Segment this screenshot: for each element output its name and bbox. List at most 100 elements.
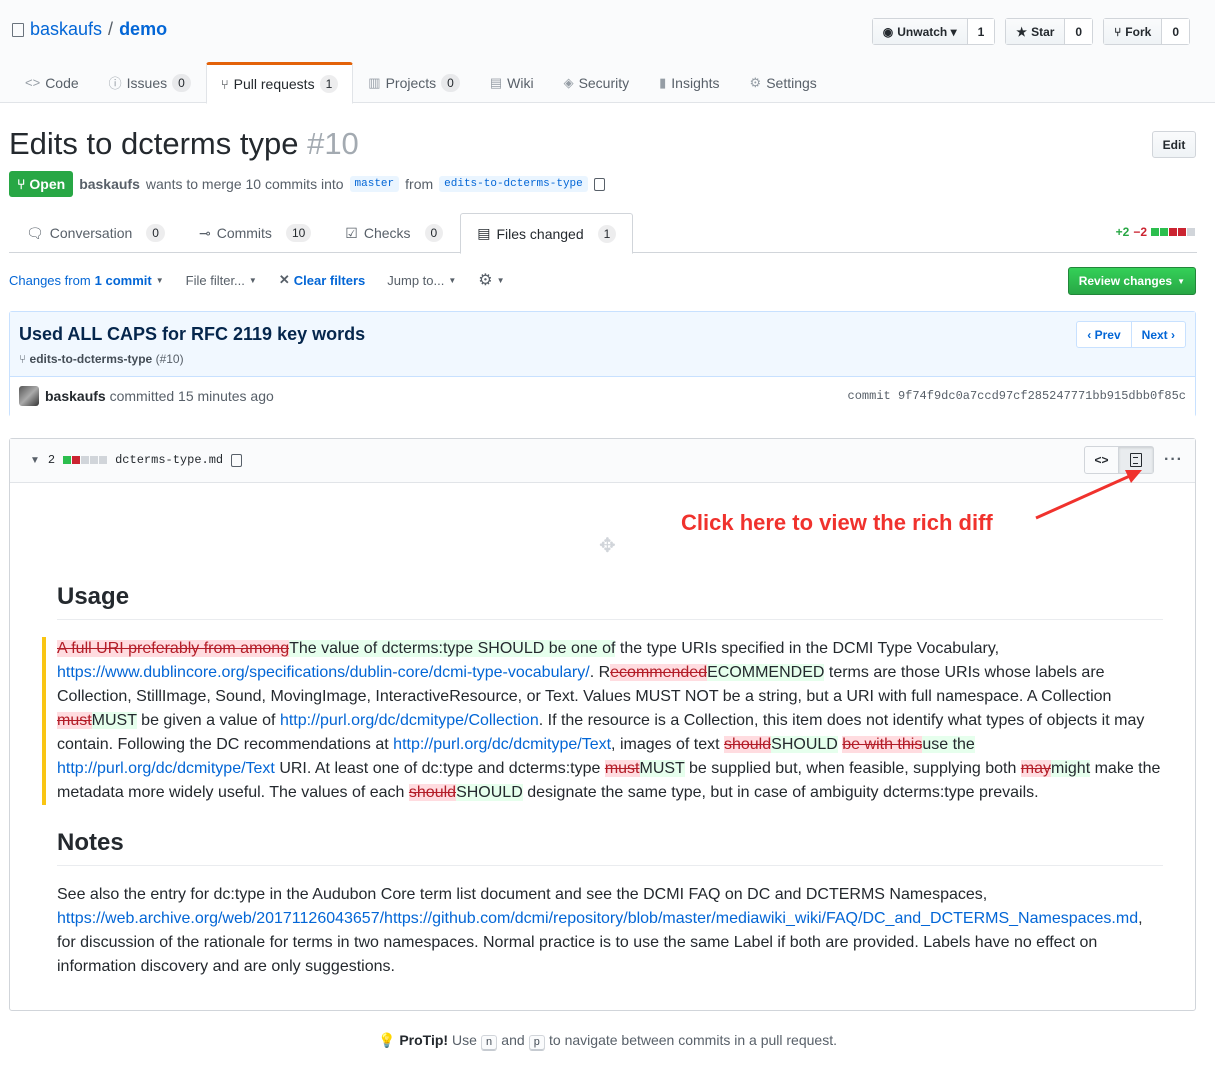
tab-files-changed[interactable]: ▤ Files changed 1: [460, 213, 634, 254]
file-filter-dropdown[interactable]: File filter... ▼: [186, 273, 257, 288]
next-commit-button[interactable]: Next ›: [1132, 322, 1185, 347]
chevron-down-icon[interactable]: ▼: [30, 455, 40, 466]
nav-code-label: Code: [45, 74, 79, 91]
dcmi-type-vocabulary-link[interactable]: https://www.dublincore.org/specification…: [57, 664, 590, 681]
fork-icon: ⑂: [1114, 24, 1122, 39]
diff-toolbar: Changes from 1 commit ▼ File filter... ▼ ✕ C…: [9, 270, 527, 290]
collection-link[interactable]: http://purl.org/dc/dcmitype/Collection: [280, 712, 539, 729]
inserted-text: SHOULD: [771, 736, 838, 753]
issues-counter: 0: [172, 73, 191, 92]
checklist-icon: ☑: [345, 224, 358, 241]
graph-icon: ▮: [659, 74, 667, 90]
kebab-horizontal-icon[interactable]: ···: [1164, 451, 1183, 469]
nav-issues[interactable]: ⓘ Issues 0: [94, 62, 206, 103]
commit-sha: commit 9f74f9dc0a7ccd97cf285247771bb915d…: [848, 389, 1186, 403]
repo-separator: /: [108, 19, 114, 39]
chevron-down-icon: ▼: [496, 275, 505, 285]
tab-checks-label: Checks: [363, 225, 411, 241]
tab-conversation[interactable]: 🗨 Conversation 0: [9, 213, 182, 253]
forks-count[interactable]: 0: [1162, 19, 1189, 44]
text-type-link[interactable]: http://purl.org/dc/dcmitype/Text: [393, 736, 611, 753]
nav-insights-label: Insights: [671, 74, 720, 91]
clear-filters-link[interactable]: ✕ Clear filters: [279, 272, 365, 288]
nav-projects[interactable]: ▥ Projects 0: [353, 62, 475, 103]
review-changes-button[interactable]: Review changes ▼: [1067, 267, 1196, 295]
nav-settings[interactable]: ⚙ Settings: [735, 62, 832, 103]
repo-title: baskaufs / demo: [12, 19, 167, 40]
watchers-count[interactable]: 1: [967, 19, 995, 44]
deleted-text: must: [604, 760, 640, 777]
code-icon: <>: [25, 75, 41, 90]
nav-projects-label: Projects: [385, 74, 437, 91]
inserted-text: MUST: [91, 712, 137, 729]
jump-to-dropdown[interactable]: Jump to... ▼: [387, 273, 456, 288]
unwatch-label: Unwatch ▾: [897, 24, 957, 39]
merge-text: wants to merge 10 commits into: [145, 176, 344, 192]
pr-reference-link[interactable]: (#10): [156, 352, 184, 366]
paragraph-text: designate the same type, but in case of …: [522, 784, 1039, 801]
commit-title: Used ALL CAPS for RFC 2119 key words: [19, 324, 366, 344]
repo-name-link[interactable]: demo: [119, 19, 167, 40]
star-label: Star: [1031, 24, 1055, 39]
nav-wiki[interactable]: ▤ Wiki: [475, 62, 549, 103]
nav-insights[interactable]: ▮ Insights: [644, 62, 734, 103]
base-branch[interactable]: master: [349, 176, 400, 192]
jump-to-label: Jump to...: [387, 272, 445, 288]
file-diff-icon: ▤: [477, 225, 491, 241]
fork-button[interactable]: ⑂ Fork: [1104, 19, 1163, 44]
star-icon: ★: [1016, 24, 1028, 39]
shortcut-key-p: p: [528, 1035, 546, 1051]
nav-pull-requests[interactable]: ⑂ Pull requests 1: [205, 62, 354, 104]
deleted-text: should: [723, 736, 772, 753]
clipboard-icon[interactable]: [231, 453, 243, 467]
pull-request-icon: ⑂: [220, 76, 229, 92]
nav-security[interactable]: ◈ Security: [549, 62, 645, 103]
gear-icon: ⚙: [749, 74, 762, 90]
inserted-text: SHOULD: [456, 784, 523, 801]
stars-count[interactable]: 0: [1065, 19, 1093, 44]
tab-commits-label: Commits: [216, 225, 272, 241]
star-button[interactable]: ★ Star: [1006, 19, 1066, 44]
inserted-text: use the: [922, 736, 975, 753]
pr-author-link[interactable]: baskaufs: [79, 176, 140, 192]
edit-title-button[interactable]: Edit: [1152, 131, 1196, 158]
deleted-text: should: [408, 784, 457, 801]
text-type-link[interactable]: http://purl.org/dc/dcmitype/Text: [57, 760, 275, 777]
changes-from-dropdown[interactable]: Changes from 1 commit ▼: [9, 273, 164, 288]
tab-commits[interactable]: ⊸ Commits 10: [182, 213, 328, 253]
book-icon: ▤: [489, 74, 503, 90]
file-header: ▼ 2 dcterms-type.md <> ···: [10, 439, 1195, 483]
pull-requests-counter: 1: [319, 75, 339, 93]
checks-counter: 0: [424, 224, 444, 242]
commit-info: Used ALL CAPS for RFC 2119 key words ⑂ e…: [9, 311, 1196, 417]
commit-icon: ⊸: [198, 224, 211, 241]
clear-filters-label: Clear filters: [293, 272, 366, 288]
clipboard-icon[interactable]: [593, 177, 605, 191]
close-icon: ✕: [278, 272, 290, 287]
pr-title-text: Edits to dcterms type: [9, 126, 299, 161]
repo-owner-link[interactable]: baskaufs: [30, 19, 102, 40]
head-branch[interactable]: edits-to-dcterms-type: [439, 176, 588, 192]
tab-checks[interactable]: ☑ Checks 0: [328, 213, 460, 253]
commit-author[interactable]: baskaufs: [45, 388, 106, 404]
nav-code[interactable]: <> Code: [10, 62, 94, 103]
deleted-text: ecommended: [610, 664, 708, 681]
prev-commit-button[interactable]: ‹ Prev: [1077, 322, 1132, 347]
diffstat-blocks: [1151, 228, 1195, 236]
commit-branch: ⑂ edits-to-dcterms-type (#10): [19, 352, 184, 366]
commit-sha-value[interactable]: 9f74f9dc0a7ccd97cf285247771bb915dbb0f85c: [898, 389, 1186, 403]
nav-security-label: Security: [578, 74, 630, 91]
deleted-text: A full URI preferably from among: [57, 640, 290, 657]
file-name[interactable]: dcterms-type.md: [115, 453, 223, 467]
annotation-arrow: [1035, 470, 1142, 520]
status-label: Open: [29, 176, 66, 192]
unwatch-button[interactable]: ◉ Unwatch ▾: [872, 19, 968, 44]
dc-dcterms-faq-link[interactable]: https://web.archive.org/web/201711260436…: [57, 910, 1138, 927]
additions-count: +2: [1115, 225, 1130, 239]
fork-button-group: ⑂ Fork 0: [1103, 18, 1190, 45]
commit-author-line: baskaufs committed 15 minutes ago: [45, 388, 274, 404]
diff-settings-dropdown[interactable]: ⚙ ▼: [478, 270, 504, 290]
protip-text: Use: [448, 1032, 481, 1048]
avatar[interactable]: [19, 386, 39, 406]
gear-icon: ⚙: [478, 272, 493, 289]
